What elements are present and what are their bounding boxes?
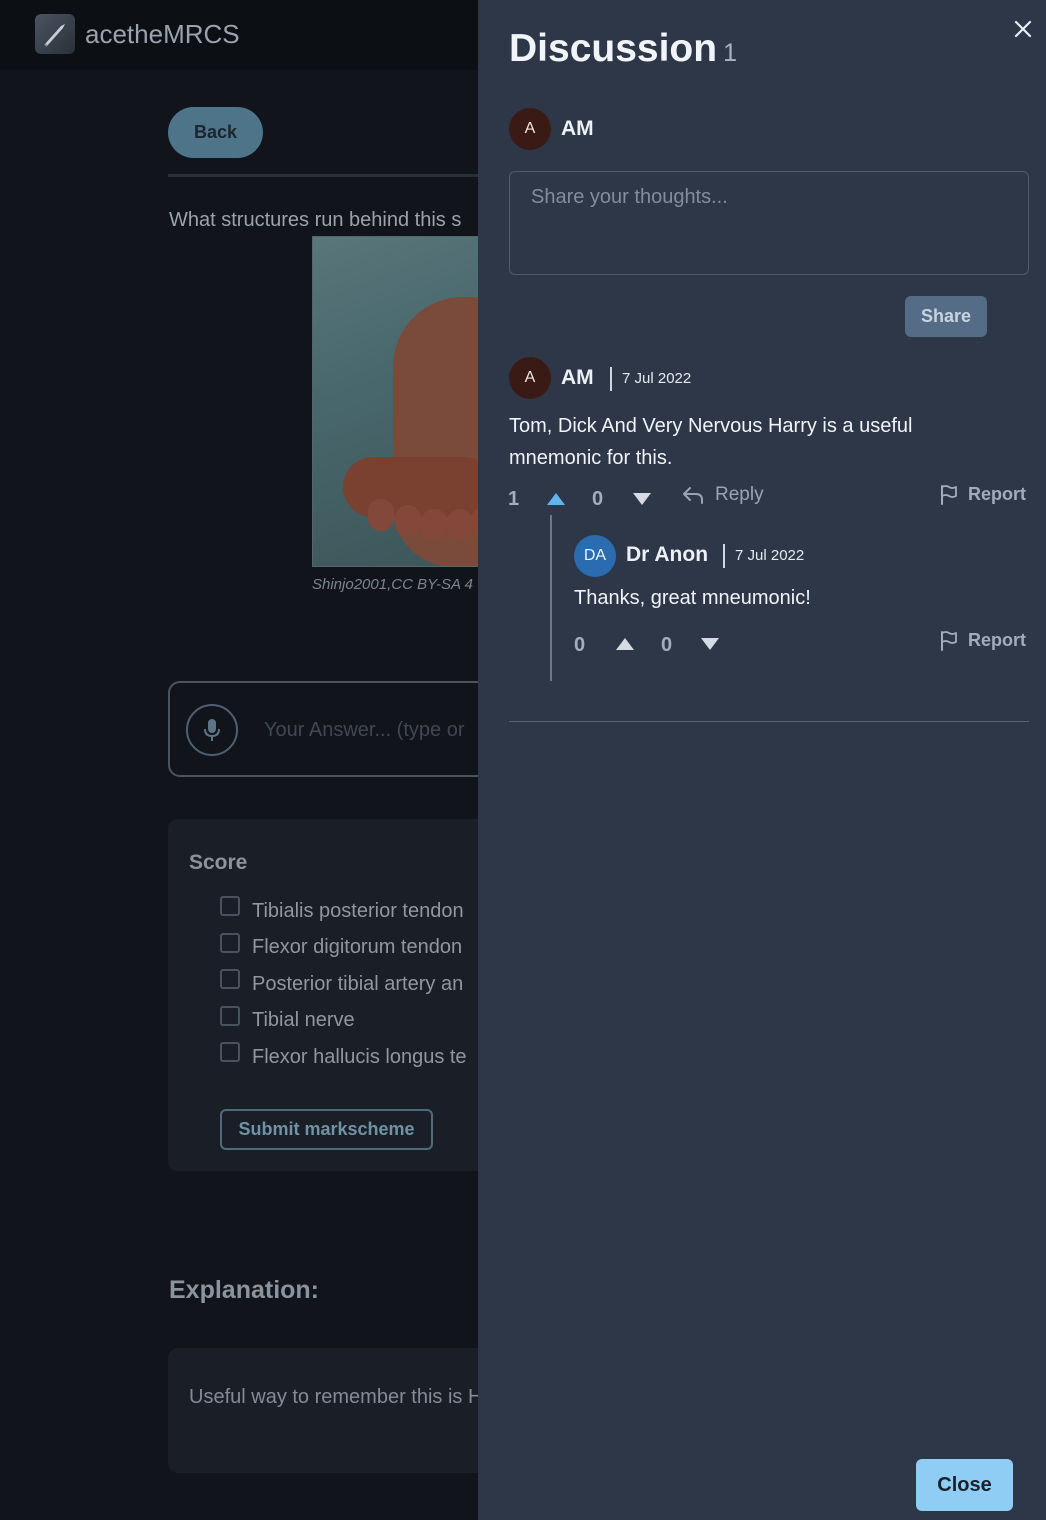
checkbox[interactable] [220, 896, 240, 917]
reply-author[interactable]: Dr Anon [626, 543, 708, 567]
close-button[interactable]: Close [916, 1459, 1013, 1511]
discussion-heading: Discussion [509, 27, 718, 70]
report-button[interactable]: Report [940, 484, 1026, 505]
question-image [312, 236, 482, 567]
report-label: Report [968, 630, 1026, 650]
comment-body: Tom, Dick And Very Nervous Harry is a us… [509, 415, 913, 469]
downvote-count: 0 [661, 634, 673, 656]
checkbox[interactable] [220, 1005, 240, 1026]
score-item[interactable]: Posterior tibial artery an [220, 966, 467, 1003]
divider [509, 721, 1029, 722]
downvote-count: 0 [592, 488, 604, 510]
thread-line [550, 515, 552, 681]
avatar: A [509, 108, 551, 150]
score-item-label: Flexor digitorum tendon [252, 936, 463, 959]
score-card: Score Tibialis posterior tendon Flexor d… [168, 819, 488, 1171]
explanation-title: Explanation: [169, 1276, 320, 1304]
reply-label: Reply [715, 484, 764, 505]
upvote-arrow-icon[interactable] [615, 637, 635, 651]
back-button[interactable]: Back [168, 107, 263, 158]
meta-divider [723, 544, 725, 568]
avatar: A [509, 357, 551, 399]
downvote-arrow-icon[interactable] [700, 637, 720, 651]
image-caption: Shinjo2001,CC BY-SA 4 [312, 576, 473, 593]
checkbox[interactable] [220, 932, 240, 953]
report-label: Report [968, 484, 1026, 504]
checkbox[interactable] [220, 969, 240, 990]
score-item[interactable]: Tibialis posterior tendon [220, 893, 467, 930]
upvote-count: 0 [574, 634, 586, 656]
flag-icon [941, 484, 957, 505]
score-item-label: Tibialis posterior tendon [252, 899, 464, 922]
question-text: What structures run behind this s [169, 209, 462, 231]
upvote-arrow-icon[interactable] [546, 492, 566, 506]
score-list: Tibialis posterior tendon Flexor digitor… [220, 893, 467, 1076]
comment-input[interactable] [509, 171, 1029, 275]
scalpel-icon[interactable] [35, 14, 75, 54]
comment-author[interactable]: AM [561, 366, 594, 390]
brand-name[interactable]: acetheMRCS [85, 19, 240, 50]
comment-date: 7 Jul 2022 [622, 370, 692, 387]
explanation-card: Useful way to remember this is Harry [168, 1348, 488, 1473]
close-icon[interactable] [1012, 18, 1034, 40]
downvote-arrow-icon[interactable] [632, 492, 652, 506]
explanation-text: Useful way to remember this is Harry [189, 1386, 488, 1408]
submit-markscheme-button[interactable]: Submit markscheme [220, 1109, 433, 1150]
current-user-name: AM [561, 117, 594, 140]
reply-arrow-icon [683, 487, 703, 504]
score-item-label: Posterior tibial artery an [252, 972, 464, 995]
avatar: DA [574, 535, 616, 577]
reply-date: 7 Jul 2022 [735, 547, 805, 564]
score-item-label: Tibial nerve [252, 1009, 355, 1032]
meta-divider [610, 367, 612, 391]
score-item[interactable]: Flexor digitorum tendon [220, 930, 467, 967]
reply-button[interactable]: Reply [681, 484, 764, 506]
upvote-count: 1 [508, 488, 520, 510]
checkbox[interactable] [220, 1042, 240, 1063]
score-title: Score [189, 851, 248, 874]
discussion-drawer: Discussion1 A AM Share A AM 7 Jul 2022 T… [478, 0, 1046, 1520]
report-button[interactable]: Report [940, 630, 1026, 651]
microphone-icon[interactable] [186, 704, 238, 756]
score-item[interactable]: Tibial nerve [220, 1003, 467, 1040]
comment-count: 1 [723, 39, 737, 67]
reply-body: Thanks, great mneumonic! [574, 587, 811, 609]
answer-input[interactable]: Your Answer... (type or [264, 719, 464, 742]
flag-icon [941, 630, 957, 651]
divider [168, 174, 488, 177]
share-button[interactable]: Share [905, 296, 987, 337]
answer-input-box[interactable]: Your Answer... (type or [168, 681, 488, 777]
score-item[interactable]: Flexor hallucis longus te [220, 1039, 467, 1076]
drawer-title: Discussion 1 [509, 27, 737, 71]
score-item-label: Flexor hallucis longus te [252, 1045, 467, 1068]
